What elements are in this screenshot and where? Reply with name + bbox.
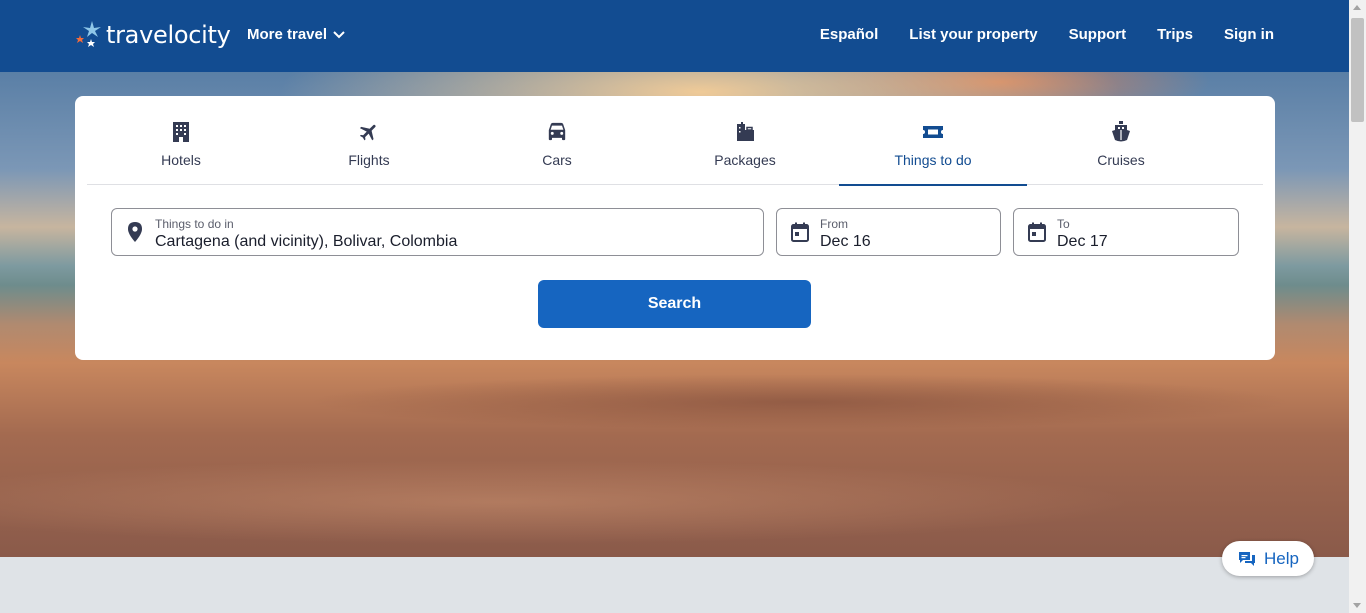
- tab-cars[interactable]: Cars: [463, 96, 651, 185]
- nav-list-your-property[interactable]: List your property: [909, 26, 1037, 46]
- from-value: Dec 16: [820, 233, 871, 250]
- search-tabs: Hotels Flights Cars Packages Things to d…: [87, 96, 1263, 186]
- help-label: Help: [1264, 548, 1299, 568]
- destination-value: Cartagena (and vicinity), Bolivar, Colom…: [155, 233, 458, 250]
- car-icon: [548, 122, 566, 141]
- from-date-field[interactable]: From Dec 16: [776, 208, 1001, 256]
- header-nav: Español List your property Support Trips…: [820, 26, 1274, 46]
- to-date-field[interactable]: To Dec 17: [1013, 208, 1239, 256]
- destination-field[interactable]: Things to do in Cartagena (and vicinity)…: [111, 208, 764, 256]
- logo-text: travelocity: [106, 21, 231, 49]
- tab-hotels-label: Hotels: [161, 152, 201, 168]
- tab-hotels[interactable]: Hotels: [87, 96, 275, 185]
- search-card: Hotels Flights Cars Packages Things to d…: [75, 96, 1275, 360]
- nav-trips[interactable]: Trips: [1157, 26, 1193, 46]
- packages-icon: [737, 122, 754, 141]
- tab-flights[interactable]: Flights: [275, 96, 463, 185]
- more-travel-label: More travel: [247, 26, 328, 43]
- tab-cars-label: Cars: [542, 152, 572, 168]
- tab-cruises[interactable]: Cruises: [1027, 96, 1215, 185]
- to-label: To: [1057, 217, 1070, 231]
- scroll-thumb[interactable]: [1351, 18, 1364, 122]
- tab-things-to-do-label: Things to do: [894, 152, 972, 168]
- hotel-icon: [173, 122, 189, 142]
- logo-stars-icon: [76, 21, 101, 47]
- hero-wave: [0, 372, 1349, 432]
- scroll-up-arrow-icon[interactable]: [1353, 5, 1361, 10]
- hero-foam: [0, 452, 1349, 552]
- tab-things-to-do[interactable]: Things to do: [839, 96, 1027, 186]
- from-label: From: [820, 217, 848, 231]
- nav-espanol[interactable]: Español: [820, 26, 878, 46]
- page-scrollbar[interactable]: [1349, 0, 1366, 613]
- chevron-down-icon: [333, 30, 345, 38]
- nav-sign-in[interactable]: Sign in: [1224, 26, 1274, 46]
- nav-support[interactable]: Support: [1069, 26, 1127, 46]
- scroll-down-arrow-icon[interactable]: [1353, 603, 1361, 608]
- tab-packages-label: Packages: [714, 152, 776, 168]
- page-lower-section: [0, 557, 1349, 613]
- to-value: Dec 17: [1057, 233, 1108, 250]
- chat-bubbles-icon: [1239, 551, 1255, 566]
- calendar-icon: [791, 222, 809, 242]
- help-button[interactable]: Help: [1222, 541, 1314, 576]
- plane-icon: [359, 124, 376, 141]
- cruise-icon: [1112, 121, 1130, 142]
- more-travel-menu[interactable]: More travel: [247, 26, 345, 43]
- site-header: travelocity More travel Español List you…: [0, 0, 1349, 72]
- ticket-icon: [923, 126, 943, 138]
- travelocity-logo[interactable]: travelocity: [74, 19, 231, 51]
- tab-packages[interactable]: Packages: [651, 96, 839, 185]
- tab-cruises-label: Cruises: [1097, 152, 1145, 168]
- destination-label: Things to do in: [155, 217, 234, 231]
- calendar-icon: [1028, 222, 1046, 242]
- search-button[interactable]: Search: [538, 280, 811, 328]
- tab-flights-label: Flights: [348, 152, 390, 168]
- map-pin-icon: [128, 222, 142, 242]
